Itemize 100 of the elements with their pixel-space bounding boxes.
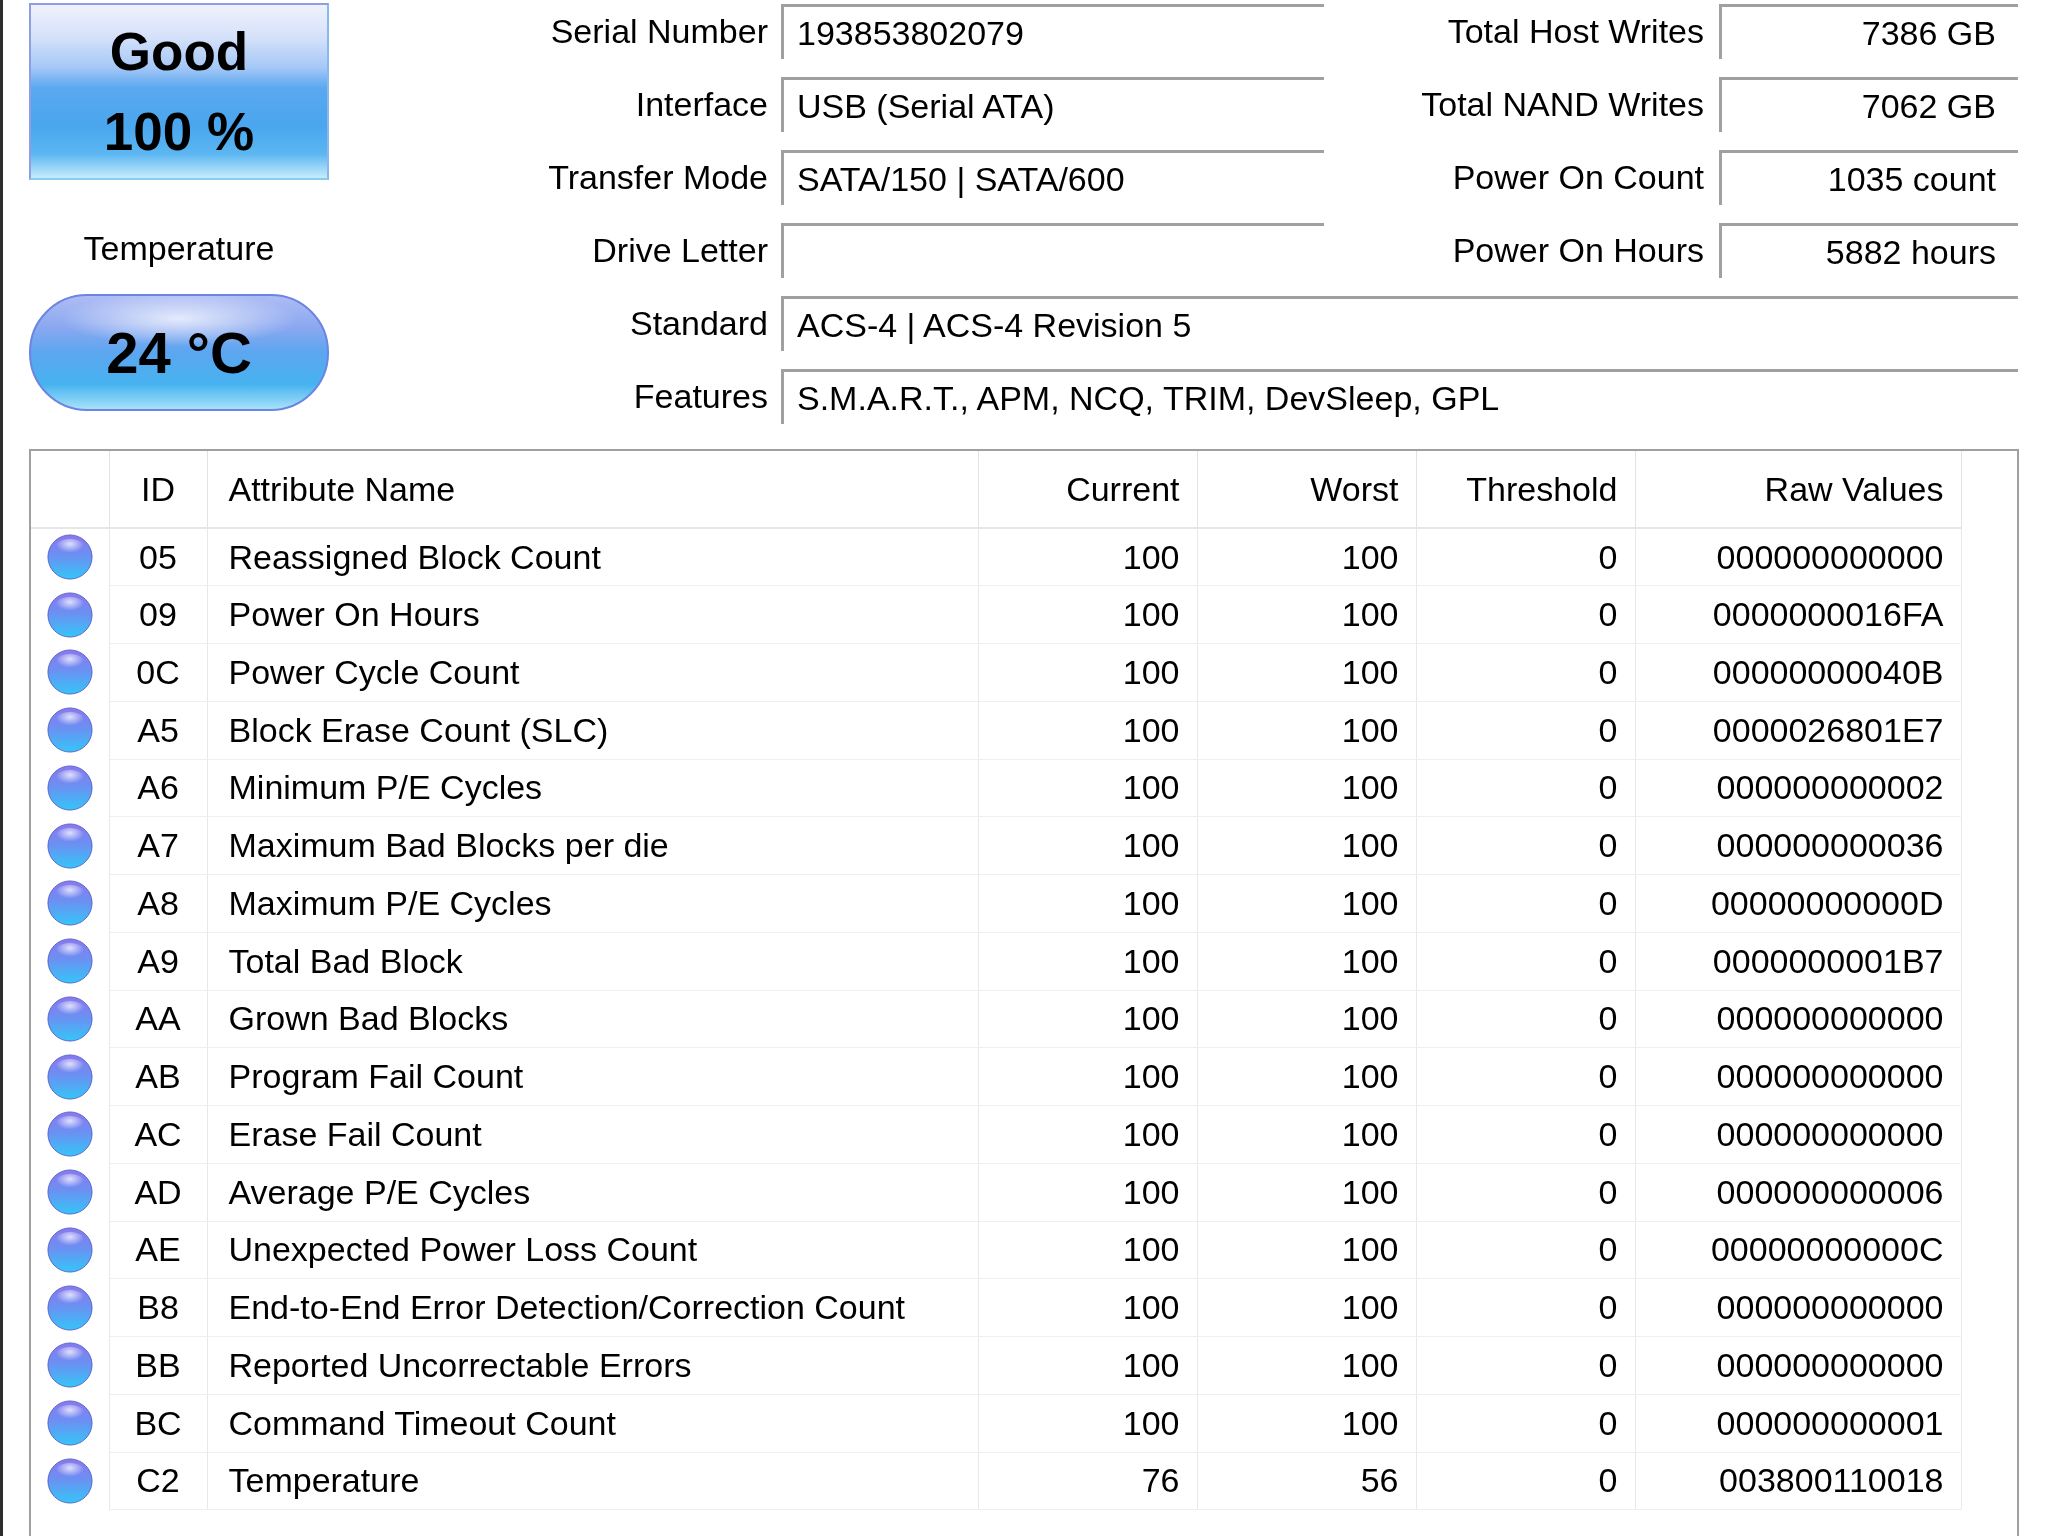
status-dot-icon [46, 1457, 93, 1504]
field-label: Power On Count [1451, 157, 1705, 198]
column-header[interactable]: Threshold [1416, 451, 1635, 528]
table-cell: 100 [978, 528, 1197, 586]
table-cell: 0 [1416, 585, 1635, 644]
table-cell: 0000026801E7 [1635, 701, 1961, 759]
table-cell: 000000000000 [1635, 1047, 1961, 1106]
table-cell: 0 [1416, 874, 1635, 933]
table-cell: 100 [1197, 1336, 1416, 1395]
table-cell: AE [109, 1221, 207, 1279]
info-field: ACS-4 | ACS-4 Revision 5 [781, 296, 2018, 351]
table-cell: 56 [1197, 1452, 1416, 1510]
table-cell: 100 [978, 759, 1197, 817]
table-cell: 100 [1197, 932, 1416, 990]
column-header[interactable]: Current [978, 451, 1197, 528]
status-dot-icon [46, 995, 93, 1042]
status-dot-icon [46, 707, 93, 754]
table-cell: 100 [978, 874, 1197, 933]
table-cell: 100 [978, 1278, 1197, 1337]
table-cell: 100 [978, 1047, 1197, 1106]
table-cell: 100 [1197, 643, 1416, 702]
column-header[interactable]: ID [109, 451, 207, 528]
table-cell: Unexpected Power Loss Count [207, 1221, 978, 1279]
table-cell: Block Erase Count (SLC) [207, 701, 978, 759]
column-header[interactable]: Worst [1197, 451, 1416, 528]
table-cell: 100 [1197, 1105, 1416, 1164]
field-label: Power On Hours [1451, 230, 1705, 271]
table-cell: 0 [1416, 932, 1635, 990]
status-dot-icon [46, 534, 93, 581]
table-cell: 100 [978, 1394, 1197, 1452]
table-cell: Reported Uncorrectable Errors [207, 1336, 978, 1395]
table-cell: 0 [1416, 701, 1635, 759]
table-cell: 000000000000 [1635, 528, 1961, 586]
field-label: Features [632, 376, 769, 417]
table-cell: 00000000040B [1635, 643, 1961, 702]
table-cell: 0 [1416, 759, 1635, 817]
table-cell: 100 [978, 585, 1197, 644]
field-label: Total NAND Writes [1420, 84, 1705, 125]
table-cell: 0 [1416, 990, 1635, 1048]
column-header[interactable]: Attribute Name [207, 451, 978, 528]
table-cell: 100 [978, 701, 1197, 759]
table-cell: AC [109, 1105, 207, 1164]
table-cell: 0 [1416, 1394, 1635, 1452]
column-header[interactable]: Raw Values [1635, 451, 1961, 528]
table-cell: 100 [1197, 759, 1416, 817]
status-dot-icon [46, 591, 93, 638]
table-cell: 100 [1197, 701, 1416, 759]
table-cell: 100 [978, 1163, 1197, 1221]
table-cell: BC [109, 1394, 207, 1452]
table-cell: 0 [1416, 1163, 1635, 1221]
table-cell: End-to-End Error Detection/Correction Count [207, 1278, 978, 1337]
table-cell: 100 [978, 990, 1197, 1048]
table-cell: Temperature [207, 1452, 978, 1510]
health-status-button[interactable]: Good 100 % [29, 3, 329, 180]
table-cell: 0 [1416, 643, 1635, 702]
table-cell: Power On Hours [207, 585, 978, 644]
table-cell: 100 [1197, 1394, 1416, 1452]
table-cell: 0C [109, 643, 207, 702]
table-cell: BB [109, 1336, 207, 1395]
temperature-button[interactable]: 24 °C [29, 294, 329, 411]
table-cell: 000000000001 [1635, 1394, 1961, 1452]
table-cell: Grown Bad Blocks [207, 990, 978, 1048]
table-cell: 00000000000C [1635, 1221, 1961, 1279]
table-cell: 100 [978, 1105, 1197, 1164]
table-cell: 100 [1197, 1221, 1416, 1279]
table-cell: 000000000000 [1635, 990, 1961, 1048]
status-dot-icon [46, 649, 93, 696]
info-field: 193853802079 [781, 4, 1324, 59]
table-cell: 100 [978, 1336, 1197, 1395]
info-field: USB (Serial ATA) [781, 77, 1324, 132]
table-cell: 05 [109, 528, 207, 586]
table-cell: Program Fail Count [207, 1047, 978, 1106]
table-cell: 000000000000 [1635, 1336, 1961, 1395]
status-dot-icon [46, 1226, 93, 1273]
table-cell: 0 [1416, 1105, 1635, 1164]
table-cell: AD [109, 1163, 207, 1221]
table-cell: 000000000000 [1635, 1105, 1961, 1164]
field-label: Drive Letter [591, 230, 769, 271]
info-field: 7386 GB [1719, 4, 2018, 59]
table-cell: 100 [978, 932, 1197, 990]
table-cell: 100 [1197, 874, 1416, 933]
table-cell: B8 [109, 1278, 207, 1337]
field-label: Serial Number [549, 11, 769, 52]
table-cell: 0 [1416, 1047, 1635, 1106]
status-dot-icon [46, 1284, 93, 1331]
status-dot-icon [46, 1111, 93, 1158]
status-dot-icon [46, 938, 93, 985]
field-label: Interface [634, 84, 769, 125]
field-label: Total Host Writes [1446, 11, 1705, 52]
temperature-label: Temperature [83, 228, 275, 268]
table-cell: Minimum P/E Cycles [207, 759, 978, 817]
table-cell: Maximum P/E Cycles [207, 874, 978, 933]
table-cell: 100 [1197, 1047, 1416, 1106]
field-label: Standard [629, 303, 769, 344]
table-cell: Average P/E Cycles [207, 1163, 978, 1221]
table-cell: 0000000016FA [1635, 585, 1961, 644]
table-cell: A8 [109, 874, 207, 933]
table-cell: C2 [109, 1452, 207, 1510]
table-cell: 76 [978, 1452, 1197, 1510]
table-cell: 100 [978, 643, 1197, 702]
